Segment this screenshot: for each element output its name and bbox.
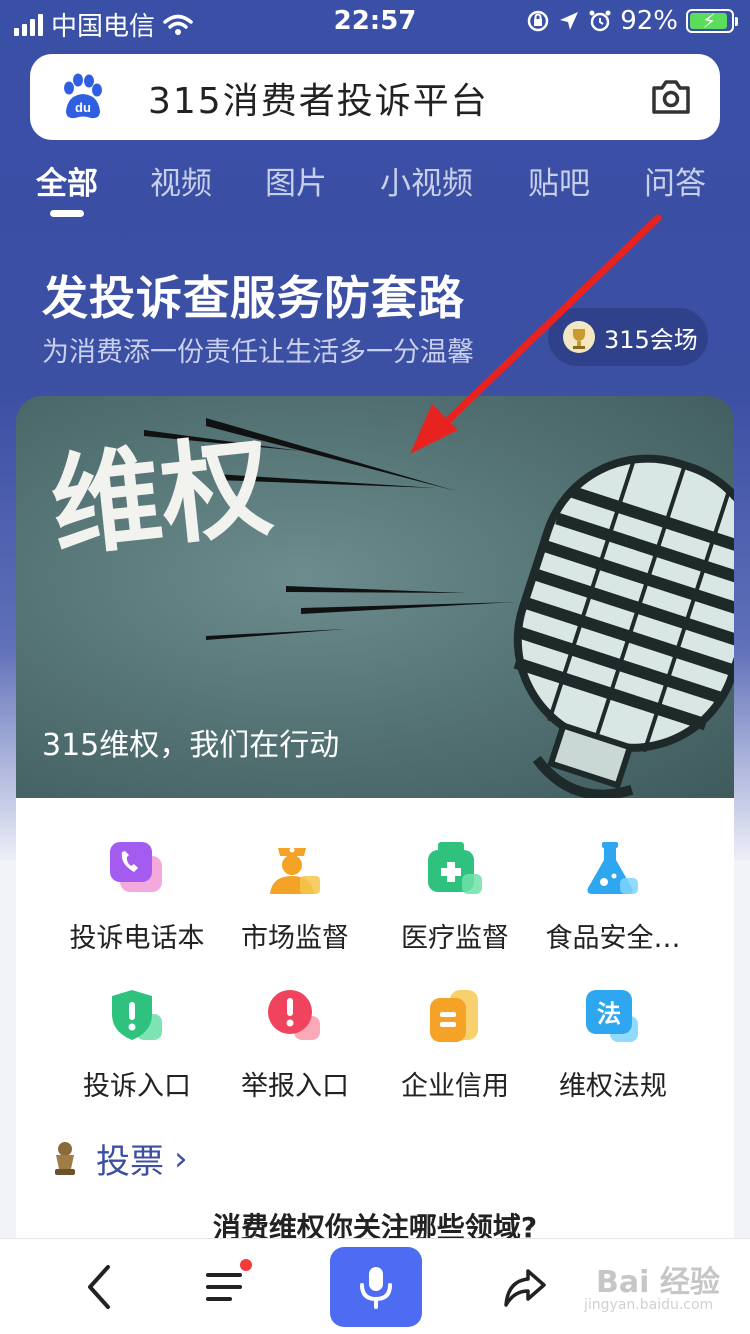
tab-images[interactable]: 图片 [265, 158, 327, 203]
search-bar[interactable]: du 315消费者投诉平台 [30, 54, 720, 140]
service-complaint-entry[interactable]: 投诉入口 [52, 986, 222, 1103]
service-medical-supervision[interactable]: 医疗监督 [370, 838, 540, 955]
service-market-supervision[interactable]: 市场监督 [210, 838, 380, 955]
battery-icon: ⚡ [686, 9, 738, 33]
watermark-subtext: jingyan.baidu.com [584, 1297, 714, 1313]
svg-text:du: du [75, 100, 91, 115]
microphone-icon [360, 1267, 392, 1309]
battery-percent: 92% [620, 6, 678, 36]
medical-kit-icon [428, 842, 482, 894]
back-icon[interactable] [82, 1263, 118, 1311]
tab-video[interactable]: 视频 [150, 158, 212, 203]
rotation-lock-icon [527, 10, 549, 32]
active-tab-indicator [50, 210, 84, 217]
annotation-arrow [410, 214, 662, 454]
service-label: 医疗监督 [401, 923, 509, 954]
service-label: 食品安全… [545, 923, 681, 954]
credit-icon [430, 990, 478, 1042]
status-bar: 中国电信 22:57 92% ⚡ [0, 0, 750, 44]
menu-icon[interactable] [204, 1267, 246, 1307]
service-label: 维权法规 [559, 1071, 667, 1102]
alert-circle-icon [268, 990, 320, 1040]
tab-all[interactable]: 全部 [36, 158, 98, 203]
service-rights-regulations[interactable]: 法 维权法规 [528, 986, 698, 1103]
law-icon: 法 [586, 990, 638, 1042]
service-label: 市场监督 [241, 923, 349, 954]
officer-icon [270, 847, 320, 894]
service-label: 举报入口 [241, 1071, 349, 1102]
watermark-text: Bai 经验 [596, 1265, 720, 1300]
vote-section-link[interactable]: 投票 › [50, 1134, 188, 1183]
tab-tieba[interactable]: 贴吧 [528, 158, 590, 203]
search-query[interactable]: 315消费者投诉平台 [148, 72, 489, 124]
banner-headline: 维权 [45, 422, 277, 572]
service-label: 企业信用 [401, 1071, 509, 1102]
location-icon [560, 12, 579, 30]
tab-qa[interactable]: 问答 [644, 158, 706, 203]
camera-icon[interactable] [650, 76, 692, 116]
service-complaint-phonebook[interactable]: 投诉电话本 [52, 838, 222, 955]
status-right: 92% ⚡ [526, 6, 738, 36]
flask-icon [587, 842, 638, 894]
service-food-safety[interactable]: 食品安全… [528, 838, 698, 955]
vote-label: 投票 [96, 1142, 164, 1182]
banner-caption: 315维权，我们在行动 [42, 728, 340, 763]
service-label: 投诉入口 [83, 1071, 191, 1102]
svg-text:法: 法 [597, 1000, 621, 1028]
service-enterprise-credit[interactable]: 企业信用 [370, 986, 540, 1103]
share-icon[interactable] [502, 1265, 548, 1309]
alarm-icon [589, 10, 611, 32]
shield-alert-icon [112, 990, 162, 1040]
chevron-right-icon: › [174, 1138, 188, 1179]
bottom-nav-bar: Bai 经验 jingyan.baidu.com [0, 1238, 750, 1334]
phone-chat-icon [110, 842, 162, 892]
service-label: 投诉电话本 [69, 923, 205, 954]
trophy-icon [55, 1141, 75, 1175]
baidu-paw-icon: du [64, 73, 102, 119]
service-report-entry[interactable]: 举报入口 [210, 986, 380, 1103]
notification-dot [240, 1259, 252, 1271]
voice-search-button[interactable] [330, 1247, 422, 1327]
watermark: Bai 经验 jingyan.baidu.com [574, 1253, 724, 1323]
tab-short-video[interactable]: 小视频 [380, 158, 473, 203]
